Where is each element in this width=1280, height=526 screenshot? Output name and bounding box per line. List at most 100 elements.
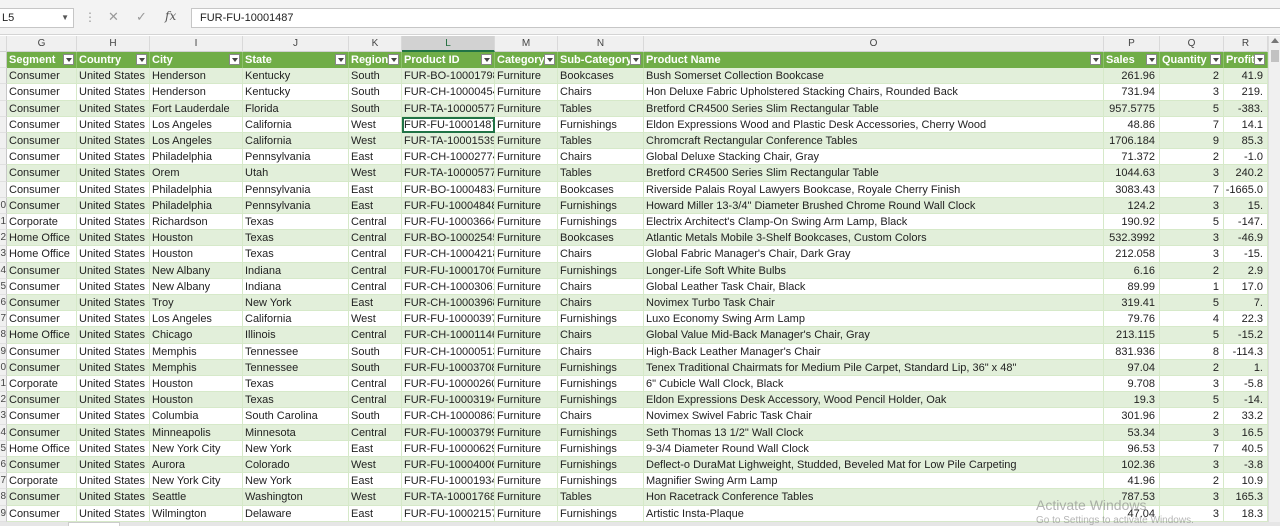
cell-p[interactable]: 957.5775 [1104,100,1160,117]
row-number[interactable]: 3 [0,246,7,263]
header-cell-m[interactable]: Category [495,52,558,69]
cell-p[interactable]: 102.36 [1104,457,1160,474]
filter-dropdown-icon[interactable] [335,54,346,65]
cell-m[interactable]: Furniture [495,392,558,409]
cell-o[interactable]: Global Leather Task Chair, Black [644,278,1104,295]
cell-n[interactable]: Furnishings [558,424,644,441]
select-all-corner[interactable] [0,36,7,52]
row-number[interactable] [0,52,7,69]
cell-g[interactable]: Consumer [7,197,77,214]
cell-q[interactable]: 2 [1160,262,1224,279]
cell-q[interactable]: 2 [1160,408,1224,425]
cell-q[interactable]: 3 [1160,424,1224,441]
cell-p[interactable]: 532.3992 [1104,230,1160,247]
cell-i[interactable]: Philadelphia [150,197,243,214]
cell-i[interactable]: Orem [150,165,243,182]
cell-l[interactable]: FUR-CH-10004218 [402,246,495,263]
cell-o[interactable]: Bush Somerset Collection Bookcase [644,68,1104,85]
cell-g[interactable]: Consumer [7,149,77,166]
cell-i[interactable]: Memphis [150,359,243,376]
cell-o[interactable]: Longer-Life Soft White Bulbs [644,262,1104,279]
cell-n[interactable]: Furnishings [558,214,644,231]
cell-g[interactable]: Consumer [7,165,77,182]
cell-j[interactable]: California [243,311,349,328]
cell-k[interactable]: South [349,408,402,425]
cell-o[interactable]: Artistic Insta-Plaque [644,505,1104,522]
cell-o[interactable]: Luxo Economy Swing Arm Lamp [644,311,1104,328]
cell-p[interactable]: 97.04 [1104,359,1160,376]
cell-h[interactable]: United States [77,84,150,101]
cell-m[interactable]: Furniture [495,278,558,295]
cell-k[interactable]: West [349,116,402,133]
cell-i[interactable]: Memphis [150,343,243,360]
header-cell-o[interactable]: Product Name [644,52,1104,69]
cell-h[interactable]: United States [77,505,150,522]
cell-l[interactable]: FUR-TA-10001539 [402,133,495,150]
cell-o[interactable]: Novimex Turbo Task Chair [644,295,1104,312]
cell-r[interactable]: 18.3 [1224,505,1268,522]
cell-n[interactable]: Furnishings [558,505,644,522]
filter-dropdown-icon[interactable] [1146,54,1157,65]
cell-h[interactable]: United States [77,295,150,312]
cell-q[interactable]: 5 [1160,214,1224,231]
cell-p[interactable]: 319.41 [1104,295,1160,312]
cell-m[interactable]: Furniture [495,424,558,441]
cell-l[interactable]: FUR-CH-10001146 [402,327,495,344]
column-letter-g[interactable]: G [7,36,77,52]
row-number[interactable] [0,100,7,117]
cell-k[interactable]: South [349,100,402,117]
cell-l[interactable]: FUR-FU-10001487 [402,116,495,133]
header-cell-q[interactable]: Quantity [1160,52,1224,69]
cell-i[interactable]: New Albany [150,262,243,279]
row-number[interactable] [0,116,7,133]
cell-i[interactable]: Los Angeles [150,116,243,133]
cell-n[interactable]: Furnishings [558,359,644,376]
cell-k[interactable]: Central [349,230,402,247]
cell-i[interactable]: Los Angeles [150,311,243,328]
cell-k[interactable]: East [349,197,402,214]
row-number[interactable] [0,165,7,182]
cell-r[interactable]: 33.2 [1224,408,1268,425]
cell-p[interactable]: 261.96 [1104,68,1160,85]
row-number[interactable]: 6 [0,295,7,312]
cell-m[interactable]: Furniture [495,133,558,150]
cell-l[interactable]: FUR-FU-10001706 [402,262,495,279]
cell-h[interactable]: United States [77,278,150,295]
cell-j[interactable]: Colorado [243,457,349,474]
cell-k[interactable]: East [349,473,402,490]
cell-n[interactable]: Chairs [558,343,644,360]
cell-g[interactable]: Consumer [7,457,77,474]
row-number[interactable]: 0 [0,359,7,376]
cell-g[interactable]: Consumer [7,133,77,150]
cell-r[interactable]: 14.1 [1224,116,1268,133]
cell-i[interactable]: Seattle [150,489,243,506]
cell-p[interactable]: 731.94 [1104,84,1160,101]
header-cell-h[interactable]: Country [77,52,150,69]
column-letter-h[interactable]: H [77,36,150,52]
cell-i[interactable]: Los Angeles [150,133,243,150]
cell-l[interactable]: FUR-TA-10000577 [402,165,495,182]
cell-l[interactable]: FUR-CH-10002774 [402,149,495,166]
cell-l[interactable]: FUR-CH-10003061 [402,278,495,295]
cell-l[interactable]: FUR-BO-10001798 [402,68,495,85]
row-number[interactable]: 4 [0,424,7,441]
cell-j[interactable]: Pennsylvania [243,149,349,166]
cell-k[interactable]: East [349,295,402,312]
cell-i[interactable]: Houston [150,392,243,409]
row-number[interactable]: 7 [0,311,7,328]
cell-h[interactable]: United States [77,343,150,360]
cell-i[interactable]: Houston [150,246,243,263]
cell-p[interactable]: 3083.43 [1104,181,1160,198]
cell-k[interactable]: South [349,343,402,360]
cell-j[interactable]: Minnesota [243,424,349,441]
column-letter-l[interactable]: L [402,36,495,52]
cell-h[interactable]: United States [77,149,150,166]
cell-l[interactable]: FUR-FU-10002157 [402,505,495,522]
cell-n[interactable]: Tables [558,100,644,117]
cell-m[interactable]: Furniture [495,230,558,247]
cell-o[interactable]: Hon Racetrack Conference Tables [644,489,1104,506]
cell-g[interactable]: Consumer [7,278,77,295]
cell-p[interactable]: 89.99 [1104,278,1160,295]
cell-i[interactable]: Fort Lauderdale [150,100,243,117]
cell-o[interactable]: Magnifier Swing Arm Lamp [644,473,1104,490]
